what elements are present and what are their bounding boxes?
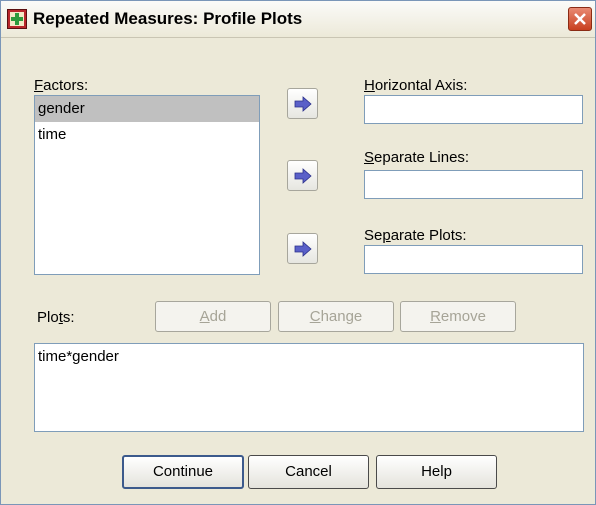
factors-listbox[interactable]: gender time <box>34 95 260 275</box>
horizontal-axis-label: Horizontal Axis: <box>364 77 468 94</box>
separate-lines-field[interactable] <box>364 170 583 199</box>
title-bar[interactable]: Repeated Measures: Profile Plots <box>1 1 595 38</box>
right-arrow-icon <box>294 96 312 112</box>
cancel-button[interactable]: Cancel <box>248 455 369 489</box>
separate-plots-field[interactable] <box>364 245 583 274</box>
move-to-separate-plots-button[interactable] <box>287 233 318 264</box>
plots-listbox[interactable]: time*gender <box>34 343 584 432</box>
plots-label: Plots: <box>37 309 75 326</box>
separate-lines-label: Separate Lines: <box>364 149 470 166</box>
help-button[interactable]: Help <box>376 455 497 489</box>
separate-plots-label: Separate Plots: <box>364 227 467 244</box>
spss-app-icon <box>7 9 27 29</box>
move-to-separate-lines-button[interactable] <box>287 160 318 191</box>
factors-label: Factors: <box>34 77 89 94</box>
profile-plots-dialog: Repeated Measures: Profile Plots Factors… <box>0 0 596 505</box>
continue-button[interactable]: Continue <box>122 455 244 489</box>
remove-button[interactable]: Remove <box>400 301 516 332</box>
factor-item-time[interactable]: time <box>35 122 259 148</box>
right-arrow-icon <box>294 241 312 257</box>
window-title: Repeated Measures: Profile Plots <box>33 9 303 28</box>
close-button[interactable] <box>568 7 592 31</box>
right-arrow-icon <box>294 168 312 184</box>
horizontal-axis-field[interactable] <box>364 95 583 124</box>
add-button[interactable]: Add <box>155 301 271 332</box>
plot-item[interactable]: time*gender <box>35 344 583 370</box>
close-icon <box>574 13 586 25</box>
factor-item-gender[interactable]: gender <box>35 96 259 122</box>
move-to-horizontal-axis-button[interactable] <box>287 88 318 119</box>
change-button[interactable]: Change <box>278 301 394 332</box>
